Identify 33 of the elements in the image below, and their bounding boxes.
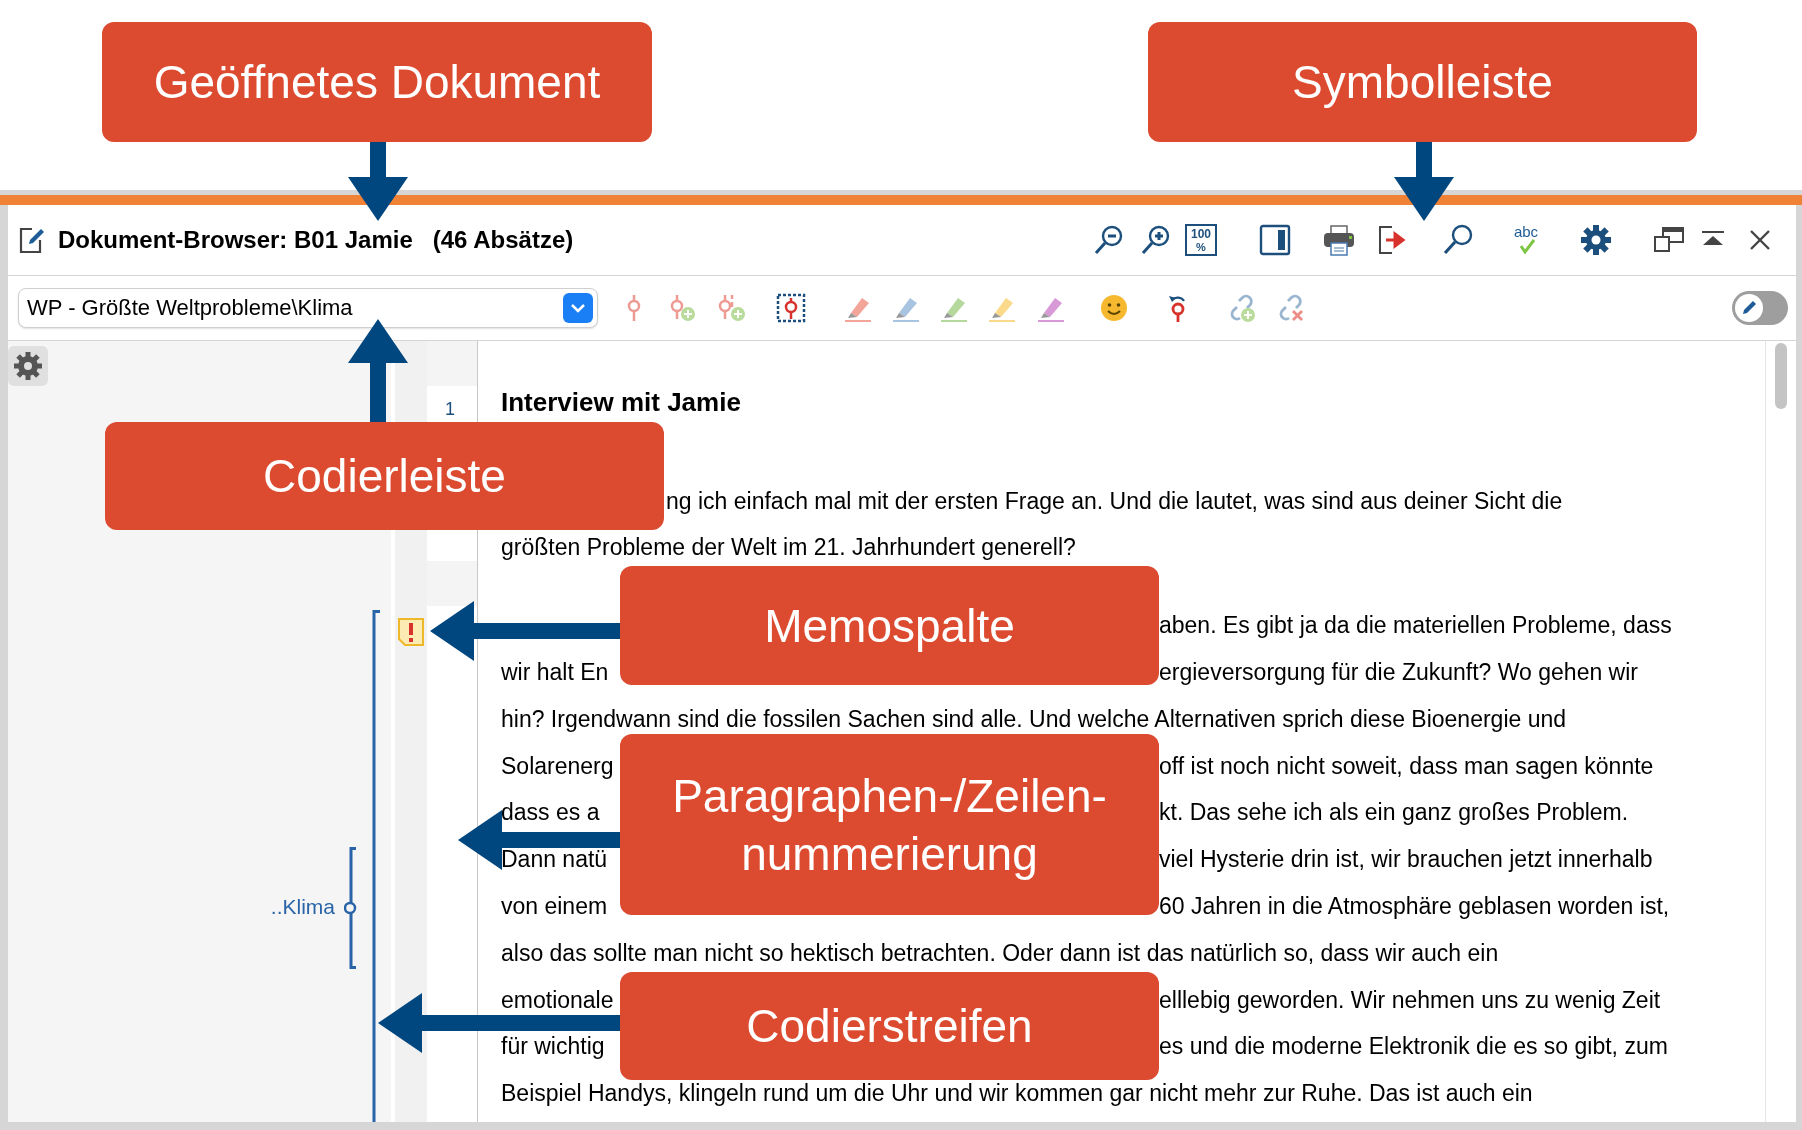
text-line: hin? Irgendwann sind die fossilen Sachen sind alle. Und welche Alternativen sprich diese Bioenergie und	[501, 705, 1567, 733]
text-line: ng ich einfach mal mit der ersten Frage an. Und die lautet, was sind aus deiner Sicht die	[666, 487, 1563, 515]
text-line: es und die moderne Elektronik die es so gibt, zum	[1159, 1033, 1668, 1061]
text-line: von einem	[501, 893, 608, 921]
callout-label: Geöffnetes Dokument	[102, 22, 652, 142]
callout-label: Paragraphen-/Zeilen- nummerierung	[620, 734, 1159, 915]
window-title: Dokument-Browser: B01 Jamie	[58, 226, 413, 254]
text-line: Beispiel Handys, klingeln rund um die Uhr und wir kommen gar nicht mehr zur Ruhe. Das ist auch ein	[501, 1080, 1533, 1108]
text-line: also das sollte man nicht so hektisch betrachten. Oder dann ist das natürlich so, dass wir auch ein	[501, 939, 1499, 967]
callout-label: Codierleiste	[105, 422, 664, 530]
paragraph-count: (46 Absätze)	[432, 226, 574, 254]
text-line: 60 Jahren in die Atmosphäre geblasen worden ist,	[1159, 893, 1670, 921]
code-label[interactable]: ..Klima	[270, 895, 335, 919]
zoom-reset-icon[interactable]: 100 %	[1184, 223, 1218, 257]
text-line: dass es a	[501, 799, 600, 827]
text-line: wir halt En	[501, 659, 609, 687]
text-line: für wichtig	[501, 1033, 605, 1061]
text-line: kt. Das sehe ich als ein ganz großes Problem.	[1159, 799, 1629, 827]
text-line: aben. Es gibt ja da die materiellen Probleme, dass	[1159, 612, 1672, 640]
text-line: emotionale	[501, 986, 614, 1014]
text-line: elllebig geworden. Wir nehmen uns zu wenig Zeit	[1159, 986, 1661, 1014]
callout-label: Symbolleiste	[1148, 22, 1697, 142]
paragraph-number: 1	[445, 399, 455, 420]
callout-label: Codierstreifen	[620, 972, 1159, 1080]
text-line: viel Hysterie drin ist, wir brauchen jetzt innerhalb	[1159, 846, 1653, 874]
code-dropdown[interactable]: WP - Größte Weltprobleme\Klima	[18, 288, 598, 328]
callout-label: Memospalte	[620, 566, 1159, 685]
document-heading: Interview mit Jamie	[501, 386, 741, 418]
text-line: Solarenerg	[501, 752, 614, 780]
text-line: größten Probleme der Welt im 21. Jahrhundert generell?	[501, 534, 1076, 562]
text-line: Dann natü	[501, 846, 608, 874]
text-line: ergieversorgung für die Zukunft? Wo gehen wir	[1159, 659, 1638, 687]
text-line: off ist noch nicht soweit, dass man sagen könnte	[1159, 752, 1654, 780]
